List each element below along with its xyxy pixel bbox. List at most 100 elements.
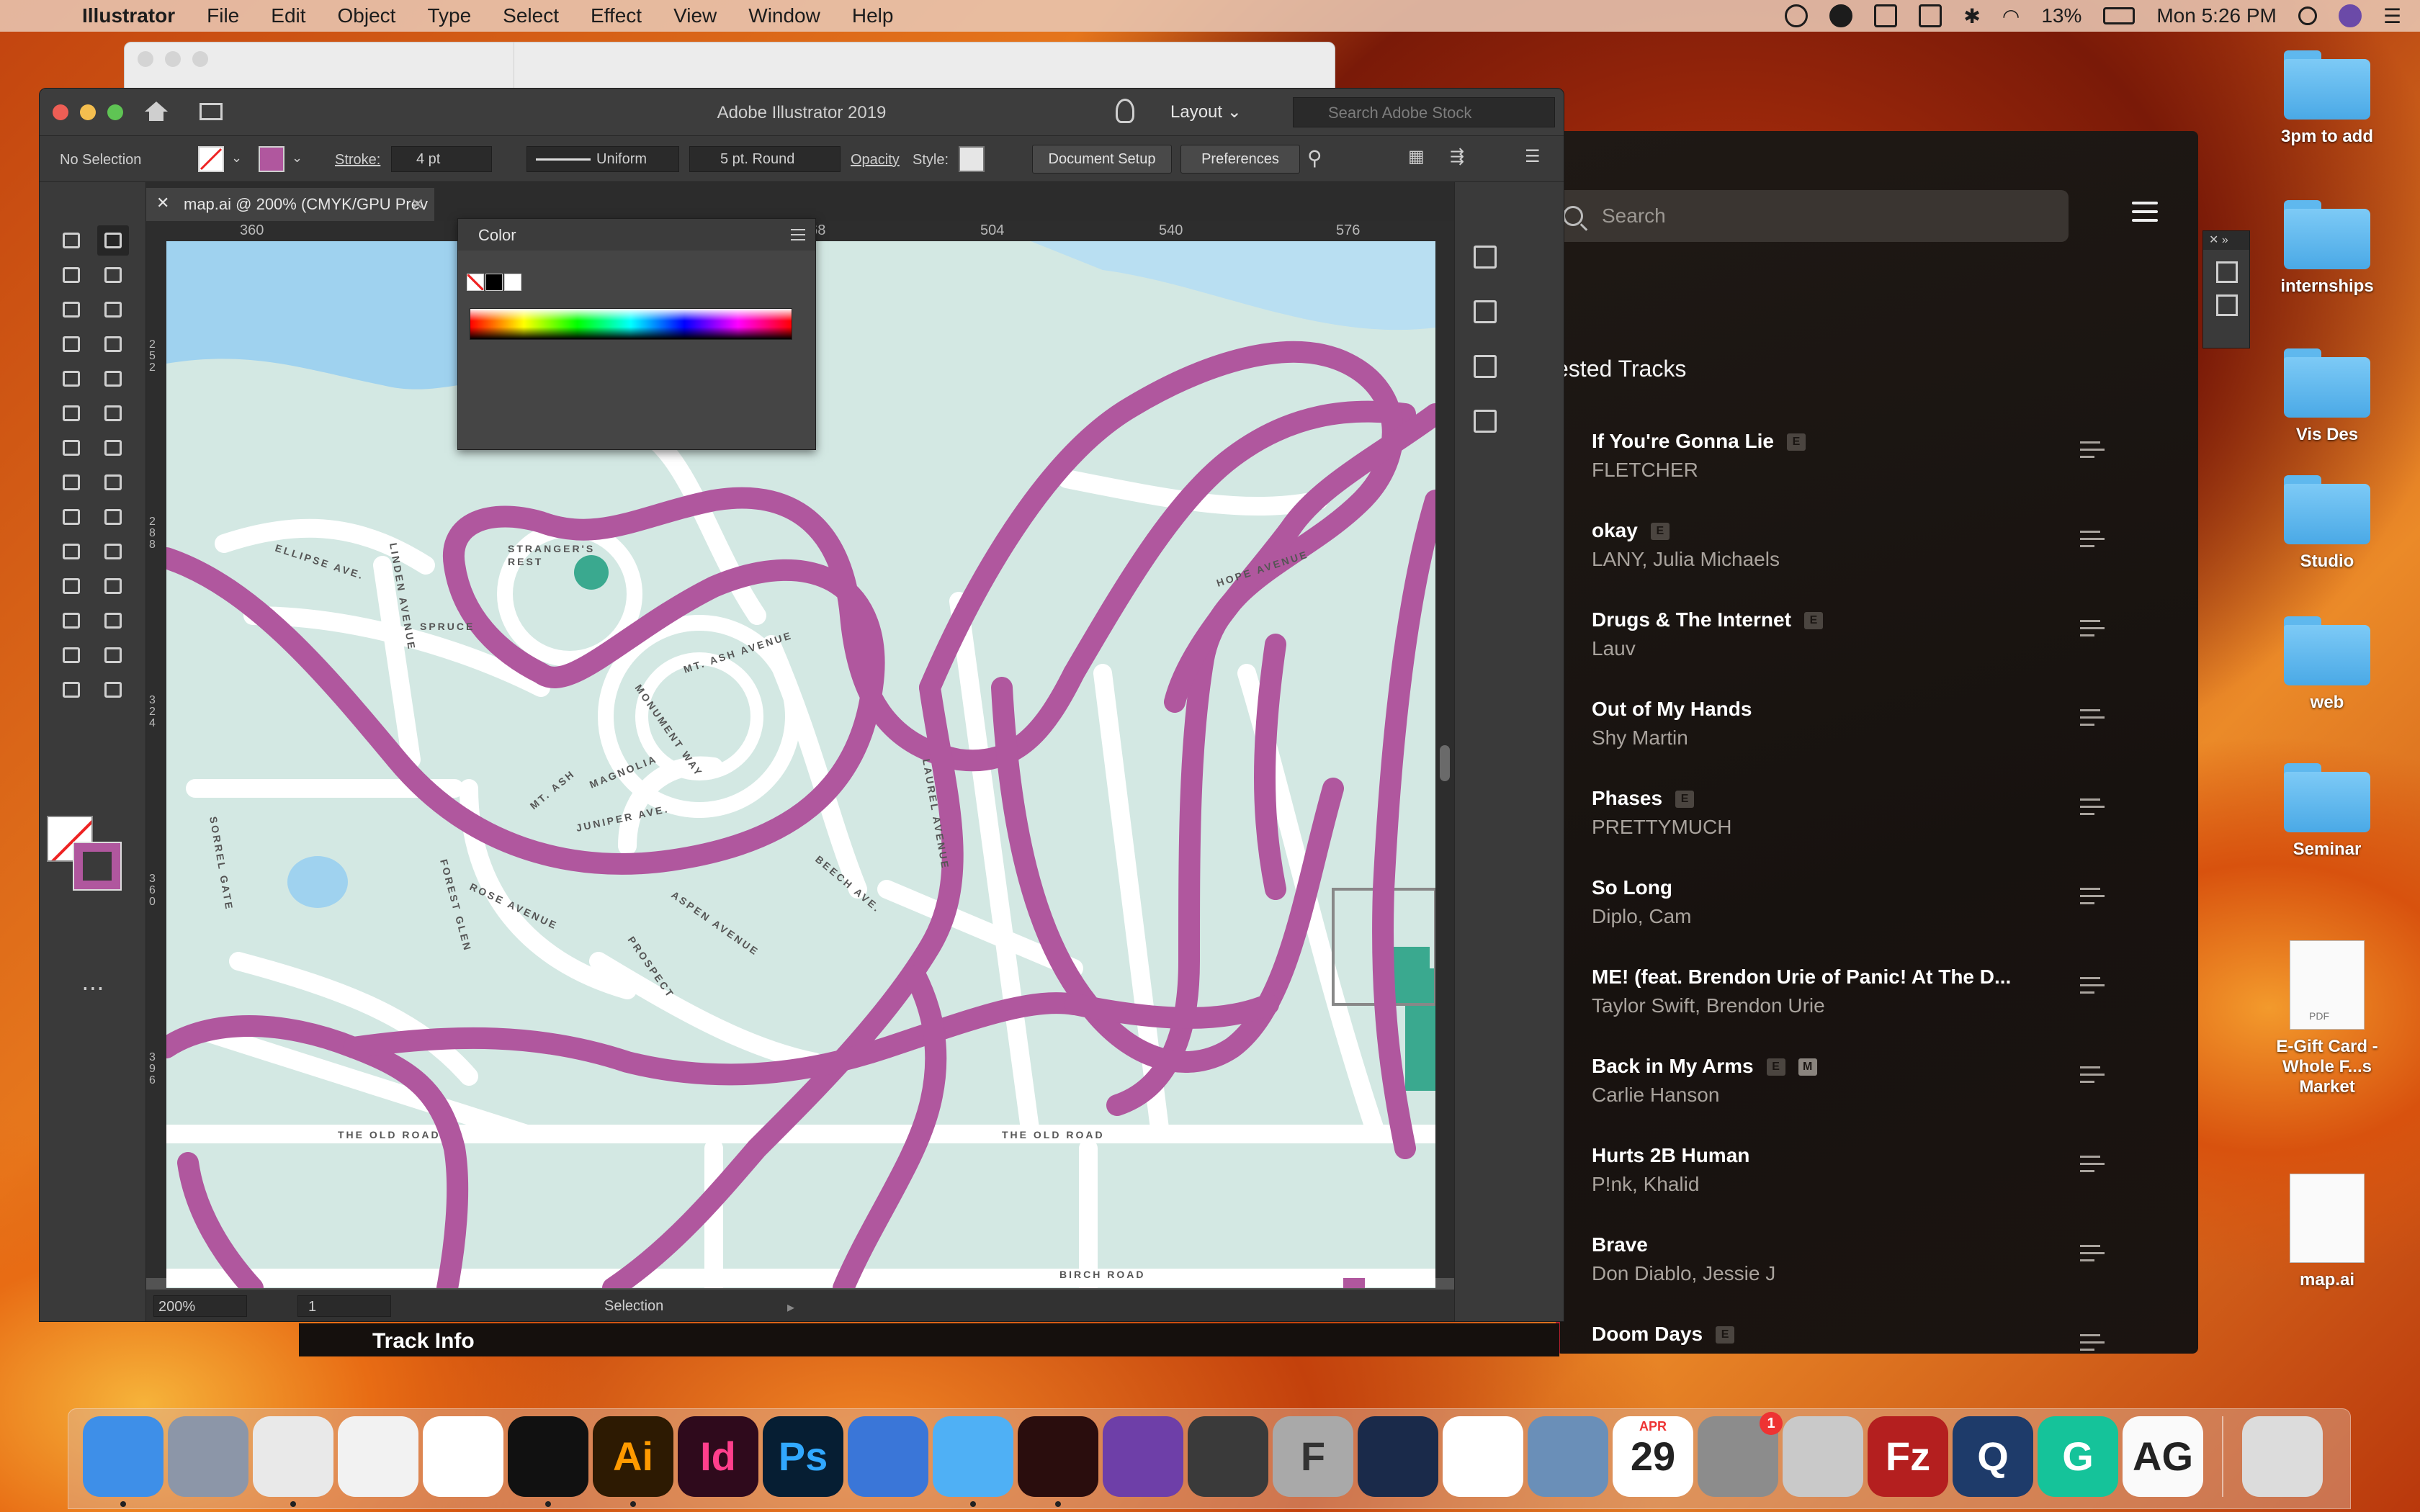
desktop-folder[interactable]: 3pm to add bbox=[2266, 50, 2388, 147]
airplay-icon[interactable] bbox=[1919, 4, 1942, 27]
desktop-folder[interactable]: internships bbox=[2266, 200, 2388, 297]
grammarly-icon[interactable]: G bbox=[2038, 1416, 2118, 1497]
perspective-tool-icon[interactable] bbox=[97, 502, 129, 532]
textedit-icon[interactable] bbox=[338, 1416, 418, 1497]
track-artist[interactable]: Taylor Swift, Brendon Urie bbox=[1592, 994, 1825, 1017]
distribute-icon[interactable]: ⇶ bbox=[1450, 146, 1464, 167]
messages-icon[interactable] bbox=[933, 1416, 1013, 1507]
black-swatch[interactable] bbox=[485, 274, 503, 291]
align-icon[interactable]: ▦ bbox=[1408, 146, 1425, 167]
control-menu-icon[interactable]: ☰ bbox=[1525, 146, 1541, 167]
rotate-tool-icon[interactable] bbox=[55, 433, 87, 463]
selection-tool-icon[interactable] bbox=[55, 225, 87, 256]
document-setup-button[interactable]: Document Setup bbox=[1032, 145, 1172, 174]
track-artist[interactable]: FLETCHER bbox=[1592, 459, 1698, 482]
track-title[interactable]: Phases E bbox=[1592, 787, 1695, 810]
gradient-tool-icon[interactable] bbox=[97, 536, 129, 567]
add-to-queue-icon[interactable] bbox=[2080, 977, 2105, 999]
fill-dropdown-icon[interactable]: ⌄ bbox=[231, 150, 242, 166]
slack-icon[interactable] bbox=[423, 1416, 503, 1497]
track-info-bar[interactable]: Track Info bbox=[299, 1323, 1559, 1356]
artboard-tool-icon[interactable] bbox=[55, 640, 87, 670]
zoom-field[interactable]: 200% bbox=[153, 1295, 247, 1317]
desktop-folder[interactable]: Studio bbox=[2266, 475, 2388, 572]
white-swatch[interactable] bbox=[504, 274, 521, 291]
stroke-weight-field[interactable]: 4 pt bbox=[391, 146, 492, 172]
zoom-dot-inactive[interactable] bbox=[192, 51, 208, 67]
eyedropper-tool-icon[interactable] bbox=[55, 571, 87, 601]
siri-icon[interactable] bbox=[2338, 4, 2362, 27]
track-row[interactable]: If You're Gonna Lie E FLETCHER bbox=[1556, 426, 2198, 519]
blend-tool-icon[interactable] bbox=[97, 571, 129, 601]
finder-icon[interactable] bbox=[83, 1416, 163, 1507]
layers-panel-icon[interactable] bbox=[1468, 240, 1502, 274]
bluetooth-icon[interactable]: ✱ bbox=[1963, 4, 1980, 28]
mesh-tool-icon[interactable] bbox=[55, 536, 87, 567]
paintbrush-tool-icon[interactable] bbox=[97, 364, 129, 394]
color-panel-header[interactable]: Color bbox=[458, 219, 815, 251]
tidal-icon[interactable] bbox=[508, 1416, 588, 1507]
battery-icon[interactable] bbox=[2103, 7, 2136, 24]
eraser-tool-icon[interactable] bbox=[97, 398, 129, 428]
cinema4d-icon[interactable] bbox=[1358, 1416, 1438, 1497]
asset-export-icon[interactable] bbox=[2216, 294, 2238, 316]
menu-help[interactable]: Help bbox=[852, 4, 894, 27]
clock[interactable]: Mon 5:26 PM bbox=[2156, 4, 2277, 27]
track-row[interactable]: okay E LANY, Julia Michaels bbox=[1556, 515, 2198, 608]
add-to-queue-icon[interactable] bbox=[2080, 888, 2105, 909]
filezilla-icon[interactable]: Fz bbox=[1868, 1416, 1948, 1497]
system-preferences-icon[interactable]: 1 bbox=[1698, 1412, 1783, 1497]
stroke-swatch[interactable] bbox=[259, 146, 284, 172]
pathfinder-panel-icon[interactable] bbox=[1468, 404, 1502, 438]
palette-header[interactable]: ✕ » bbox=[2203, 231, 2249, 250]
record-icon[interactable] bbox=[1829, 4, 1853, 27]
lasso-tool-icon[interactable] bbox=[97, 260, 129, 290]
menu-type[interactable]: Type bbox=[427, 4, 471, 27]
creative-cloud-icon[interactable] bbox=[1785, 4, 1809, 27]
menu-window[interactable]: Window bbox=[748, 4, 820, 27]
fontbook-icon[interactable]: F bbox=[1273, 1416, 1353, 1497]
close-tab-icon-2[interactable]: ✕ bbox=[411, 195, 424, 214]
trash-icon[interactable] bbox=[2242, 1416, 2323, 1497]
indesign-icon[interactable]: Id bbox=[678, 1416, 758, 1497]
brush-definition[interactable]: 5 pt. Round bbox=[689, 146, 841, 172]
track-artist[interactable]: LANY, Julia Michaels bbox=[1592, 548, 1780, 571]
wifi-icon[interactable]: ◠ bbox=[2002, 4, 2020, 28]
track-artist[interactable]: Carlie Hanson bbox=[1592, 1084, 1719, 1107]
magic-wand-tool-icon[interactable] bbox=[55, 260, 87, 290]
track-title[interactable]: Drugs & The Internet E bbox=[1592, 608, 1823, 631]
stroke-panel-icon[interactable] bbox=[1468, 349, 1502, 384]
ellipse-tool-icon[interactable] bbox=[55, 364, 87, 394]
menu-file[interactable]: File bbox=[207, 4, 239, 27]
add-to-queue-icon[interactable] bbox=[2080, 441, 2105, 463]
track-artist[interactable]: Diplo, Cam bbox=[1592, 905, 1691, 928]
direct-selection-tool-icon[interactable] bbox=[97, 225, 129, 256]
symbol-sprayer-tool-icon[interactable] bbox=[55, 606, 87, 636]
track-title[interactable]: Back in My Arms E M bbox=[1592, 1055, 1817, 1078]
track-row[interactable]: So Long Diplo, Cam bbox=[1556, 872, 2198, 966]
menu-select[interactable]: Select bbox=[503, 4, 559, 27]
notification-icon[interactable]: ☰ bbox=[2383, 4, 2401, 28]
stock-search-input[interactable]: Search Adobe Stock bbox=[1293, 97, 1555, 127]
track-artist[interactable]: Shy Martin bbox=[1592, 726, 1688, 750]
desktop-folder[interactable]: web bbox=[2266, 616, 2388, 713]
track-title[interactable]: ME! (feat. Brendon Urie of Panic! At The… bbox=[1592, 966, 2011, 989]
opacity-label[interactable]: Opacity bbox=[851, 152, 900, 168]
scale-tool-icon[interactable] bbox=[97, 433, 129, 463]
line-tool-icon[interactable] bbox=[97, 329, 129, 359]
stroke-dropdown-icon[interactable]: ⌄ bbox=[292, 150, 302, 166]
track-title[interactable]: Hurts 2B Human bbox=[1592, 1144, 1749, 1167]
track-artist[interactable]: PRETTYMUCH bbox=[1592, 816, 1731, 839]
add-to-queue-icon[interactable] bbox=[2080, 1066, 2105, 1088]
graphic-style-swatch[interactable] bbox=[959, 146, 985, 172]
tab-map-ai[interactable]: ✕ map.ai @ 200% (CMYK/GPU Prev ✕ bbox=[146, 188, 434, 221]
add-to-queue-icon[interactable] bbox=[2080, 709, 2105, 731]
track-row[interactable]: ME! (feat. Brendon Urie of Panic! At The… bbox=[1556, 961, 2198, 1055]
preferences-button[interactable]: Preferences bbox=[1180, 145, 1300, 174]
track-row[interactable]: Back in My Arms E M Carlie Hanson bbox=[1556, 1050, 2198, 1144]
scroll-thumb[interactable] bbox=[1440, 745, 1450, 781]
color-spectrum[interactable] bbox=[470, 308, 792, 340]
track-title[interactable]: If You're Gonna Lie E bbox=[1592, 430, 1806, 453]
panel-menu-icon[interactable] bbox=[791, 229, 805, 244]
vertical-scrollbar[interactable] bbox=[1435, 241, 1454, 1278]
